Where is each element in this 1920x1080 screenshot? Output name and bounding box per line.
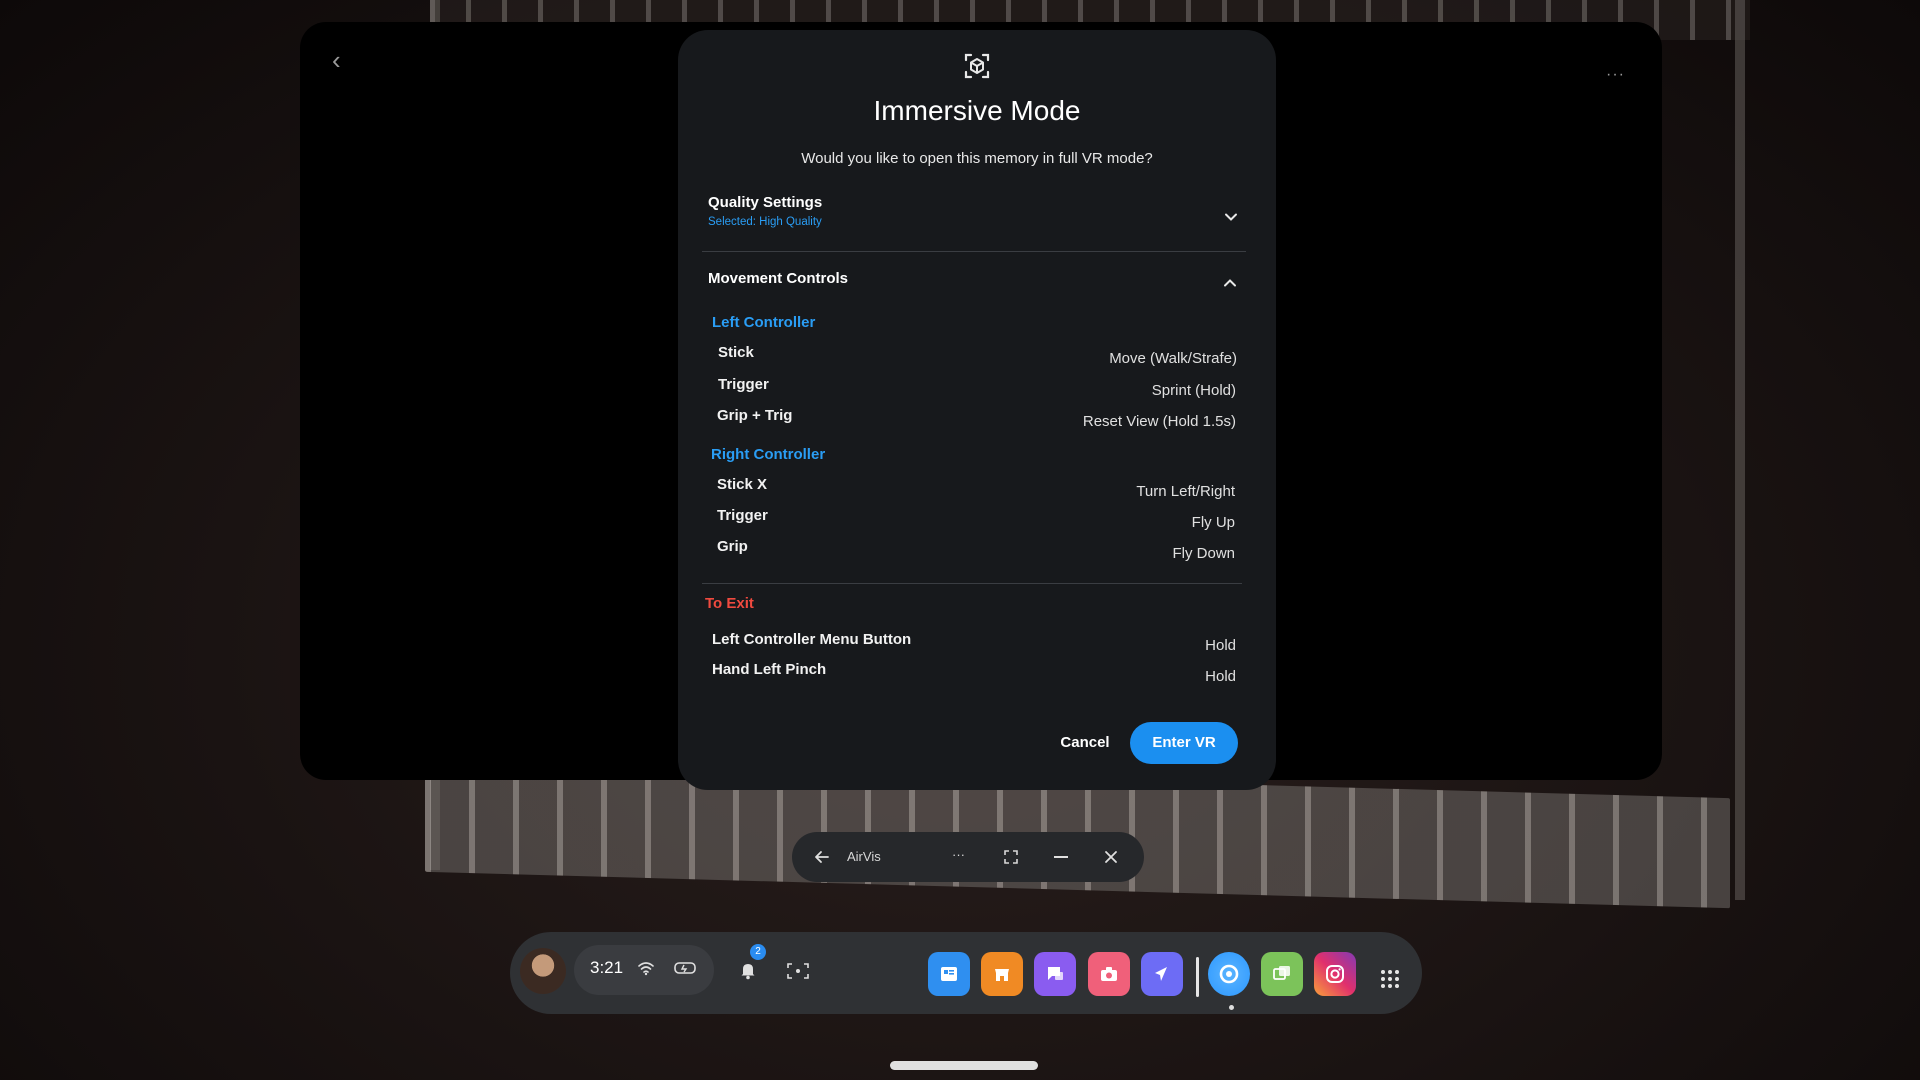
movement-controls-title[interactable]: Movement Controls — [708, 270, 848, 287]
active-app-indicator — [1229, 1005, 1234, 1010]
back-chevron-icon[interactable]: ‹ — [332, 47, 352, 73]
window-control-bar: AirVis ··· — [792, 832, 1144, 882]
control-action: Sprint (Hold) — [1151, 382, 1236, 399]
left-controller-label: Left Controller — [712, 314, 816, 331]
dialog-title: Immersive Mode — [873, 95, 1081, 126]
capture-icon[interactable] — [786, 962, 810, 980]
cancel-button[interactable]: Cancel — [1050, 728, 1120, 758]
control-action: Move (Walk/Strafe) — [1109, 350, 1237, 367]
browser-icon[interactable] — [928, 952, 970, 996]
camera-icon[interactable] — [1088, 952, 1130, 996]
quality-settings-title[interactable]: Quality Settings — [708, 194, 822, 211]
wifi-icon — [638, 962, 654, 976]
window-frame — [1735, 0, 1745, 900]
gallery-icon[interactable] — [1261, 952, 1303, 996]
headset-battery-icon — [674, 962, 696, 974]
minimize-icon[interactable] — [1054, 856, 1068, 858]
exit-key: Hand Left Pinch — [712, 661, 827, 678]
dock-separator — [1196, 957, 1199, 997]
control-key: Grip + Trig — [717, 407, 793, 424]
control-key: Stick — [718, 344, 754, 361]
enter-vr-button[interactable]: Enter VR — [1130, 722, 1238, 764]
window-app-name: AirVis — [847, 849, 881, 864]
airvis-icon[interactable] — [1208, 952, 1250, 996]
app-library-grid-icon[interactable] — [1380, 969, 1400, 989]
section-divider — [702, 583, 1242, 584]
instagram-icon[interactable] — [1314, 952, 1356, 996]
control-key: Trigger — [717, 507, 768, 524]
window-more-icon[interactable]: ··· — [952, 830, 965, 880]
store-icon[interactable] — [981, 952, 1023, 996]
avatar[interactable] — [520, 948, 566, 994]
to-exit-label: To Exit — [705, 595, 754, 612]
control-action: Reset View (Hold 1.5s) — [1082, 413, 1236, 430]
messages-icon[interactable] — [1034, 952, 1076, 996]
control-action: Turn Left/Right — [1136, 483, 1235, 500]
back-arrow-icon[interactable] — [814, 849, 830, 865]
exit-key: Left Controller Menu Button — [712, 631, 912, 648]
window-more-icon[interactable]: ··· — [1606, 66, 1625, 84]
exit-action: Hold — [1205, 637, 1236, 654]
control-action: Fly Up — [1191, 514, 1235, 531]
section-divider — [702, 251, 1246, 252]
immersive-icon — [964, 53, 990, 79]
clock-time: 3:21 — [590, 958, 624, 977]
quality-selected-label: Selected: High Quality — [708, 216, 822, 228]
exit-action: Hold — [1205, 668, 1236, 685]
control-action: Fly Down — [1172, 545, 1235, 562]
close-icon[interactable] — [1104, 850, 1118, 864]
right-controller-label: Right Controller — [711, 446, 826, 463]
control-key: Grip — [717, 538, 748, 555]
control-key: Stick X — [717, 476, 768, 493]
dialog-subtitle: Would you like to open this memory in fu… — [801, 150, 1153, 167]
home-indicator[interactable] — [890, 1061, 1038, 1070]
fullscreen-icon[interactable] — [1004, 850, 1018, 864]
control-key: Trigger — [718, 376, 769, 393]
chevron-down-icon[interactable] — [1224, 210, 1238, 224]
chevron-up-icon[interactable] — [1223, 276, 1237, 290]
notification-bell-icon[interactable] — [738, 960, 758, 980]
notification-badge: 2 — [750, 944, 766, 960]
explore-icon[interactable] — [1141, 952, 1183, 996]
